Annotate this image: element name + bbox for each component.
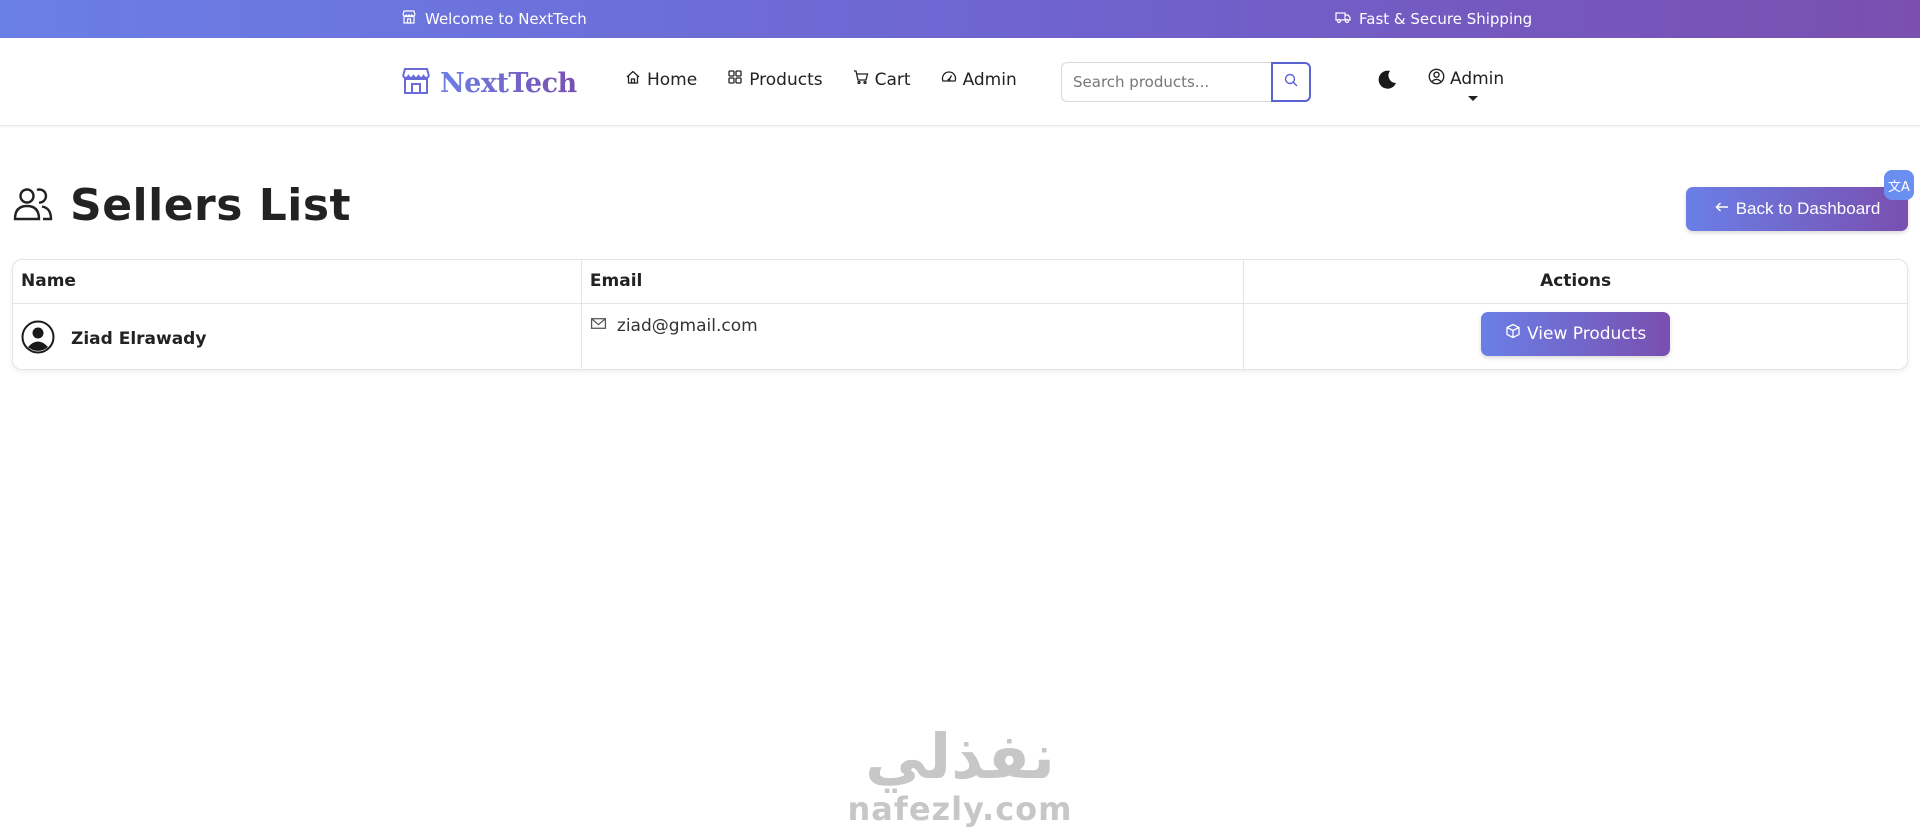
theme-toggle[interactable]	[1375, 68, 1401, 94]
welcome-text: Welcome to NextTech	[425, 10, 587, 28]
caret-down-icon	[1468, 96, 1479, 101]
arrow-left-icon	[1714, 199, 1730, 220]
nav-cart[interactable]: Cart	[853, 69, 911, 90]
seller-name-cell: Ziad Elrawady	[13, 303, 582, 369]
watermark: نفذلي nafezly.com	[847, 720, 1073, 838]
announcement-bar: Welcome to NextTech Fast & Secure Shippi…	[0, 0, 1920, 38]
brand-name: NextTech	[440, 67, 577, 99]
seller-email: ziad@gmail.com	[616, 315, 758, 336]
box-icon	[1505, 323, 1521, 344]
main-navbar: NextTech Home Products Cart Admin Search…	[0, 38, 1920, 126]
nav-links: Home Products Cart Admin	[625, 69, 1017, 90]
user-circle-icon	[1428, 68, 1445, 90]
header-name: Name	[13, 260, 582, 303]
view-products-label: View Products	[1527, 323, 1647, 344]
avatar-icon	[21, 320, 55, 359]
watermark-latin: nafezly.com	[847, 790, 1073, 828]
user-label: Admin	[1450, 69, 1505, 89]
translate-icon[interactable]: 文A	[1884, 170, 1914, 200]
dashboard-icon	[941, 69, 957, 90]
search-icon	[1283, 72, 1299, 92]
shipping-message: Fast & Secure Shipping	[1335, 0, 1532, 38]
store-icon	[401, 9, 417, 29]
nav-home-label: Home	[647, 69, 698, 90]
shop-icon	[400, 65, 432, 101]
users-icon	[12, 183, 54, 229]
watermark-arabic: نفذلي	[865, 720, 1055, 793]
nav-cart-label: Cart	[874, 69, 911, 90]
page-title: Sellers List	[70, 180, 352, 231]
search-input[interactable]	[1061, 62, 1271, 102]
nav-admin[interactable]: Admin	[941, 69, 1017, 90]
shipping-text: Fast & Secure Shipping	[1359, 10, 1533, 28]
search-button[interactable]	[1271, 62, 1311, 102]
search-bar	[1061, 62, 1311, 102]
nav-home[interactable]: Home	[625, 69, 697, 90]
page-header: Sellers List	[12, 180, 351, 231]
table-row: Ziad Elrawady ziad@gmail.com View Produc…	[13, 303, 1907, 369]
welcome-message: Welcome to NextTech	[401, 0, 587, 38]
moon-icon	[1375, 70, 1399, 96]
envelope-icon	[590, 315, 607, 337]
seller-name: Ziad Elrawady	[71, 329, 207, 349]
seller-email-cell: ziad@gmail.com	[581, 303, 1245, 369]
home-icon	[625, 69, 641, 90]
header-email: Email	[581, 260, 1245, 303]
seller-actions-cell: View Products	[1244, 303, 1907, 369]
nav-admin-label: Admin	[962, 69, 1017, 90]
nav-products-label: Products	[749, 69, 823, 90]
table-header-row: Name Email Actions	[13, 260, 1907, 303]
brand-logo[interactable]: NextTech	[400, 65, 577, 101]
cart-icon	[853, 69, 869, 90]
user-dropdown[interactable]: Admin	[1428, 68, 1504, 101]
sellers-table: Name Email Actions Ziad Elrawady ziad@gm…	[13, 260, 1907, 369]
grid-icon	[727, 69, 743, 90]
nav-products[interactable]: Products	[727, 69, 823, 90]
header-actions: Actions	[1540, 271, 1612, 292]
truck-icon	[1335, 9, 1351, 29]
back-to-dashboard-button[interactable]: Back to Dashboard	[1686, 187, 1908, 231]
back-button-label: Back to Dashboard	[1735, 199, 1881, 218]
sellers-table-card: Name Email Actions Ziad Elrawady ziad@gm…	[12, 259, 1908, 370]
view-products-button[interactable]: View Products	[1481, 311, 1671, 356]
